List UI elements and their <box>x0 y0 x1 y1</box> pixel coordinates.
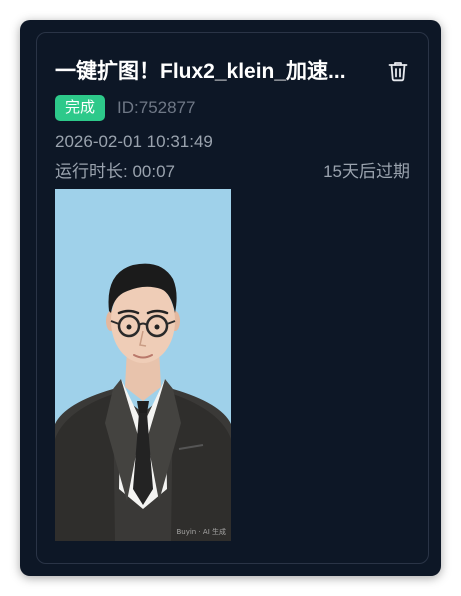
created-timestamp: 2026-02-01 10:31:49 <box>55 132 213 151</box>
task-card: 一键扩图！Flux2_klein_加速... 完成 ID:752877 2026… <box>36 32 429 564</box>
portrait-illustration <box>55 189 231 541</box>
meta-row: 运行时长: 00:07 15天后过期 <box>55 161 410 183</box>
status-row: 完成 ID:752877 <box>55 95 195 121</box>
result-image[interactable]: Buyin · AI 生成 <box>55 189 231 541</box>
expiry-label: 15天后过期 <box>323 162 410 181</box>
trash-icon[interactable] <box>386 59 410 83</box>
task-panel: 一键扩图！Flux2_klein_加速... 完成 ID:752877 2026… <box>20 20 441 576</box>
task-id: ID:752877 <box>117 98 196 117</box>
watermark: Buyin · AI 生成 <box>176 528 226 536</box>
runtime-label: 运行时长: 00:07 <box>55 162 175 181</box>
task-title: 一键扩图！Flux2_klein_加速... <box>55 60 346 83</box>
status-badge: 完成 <box>55 95 106 121</box>
